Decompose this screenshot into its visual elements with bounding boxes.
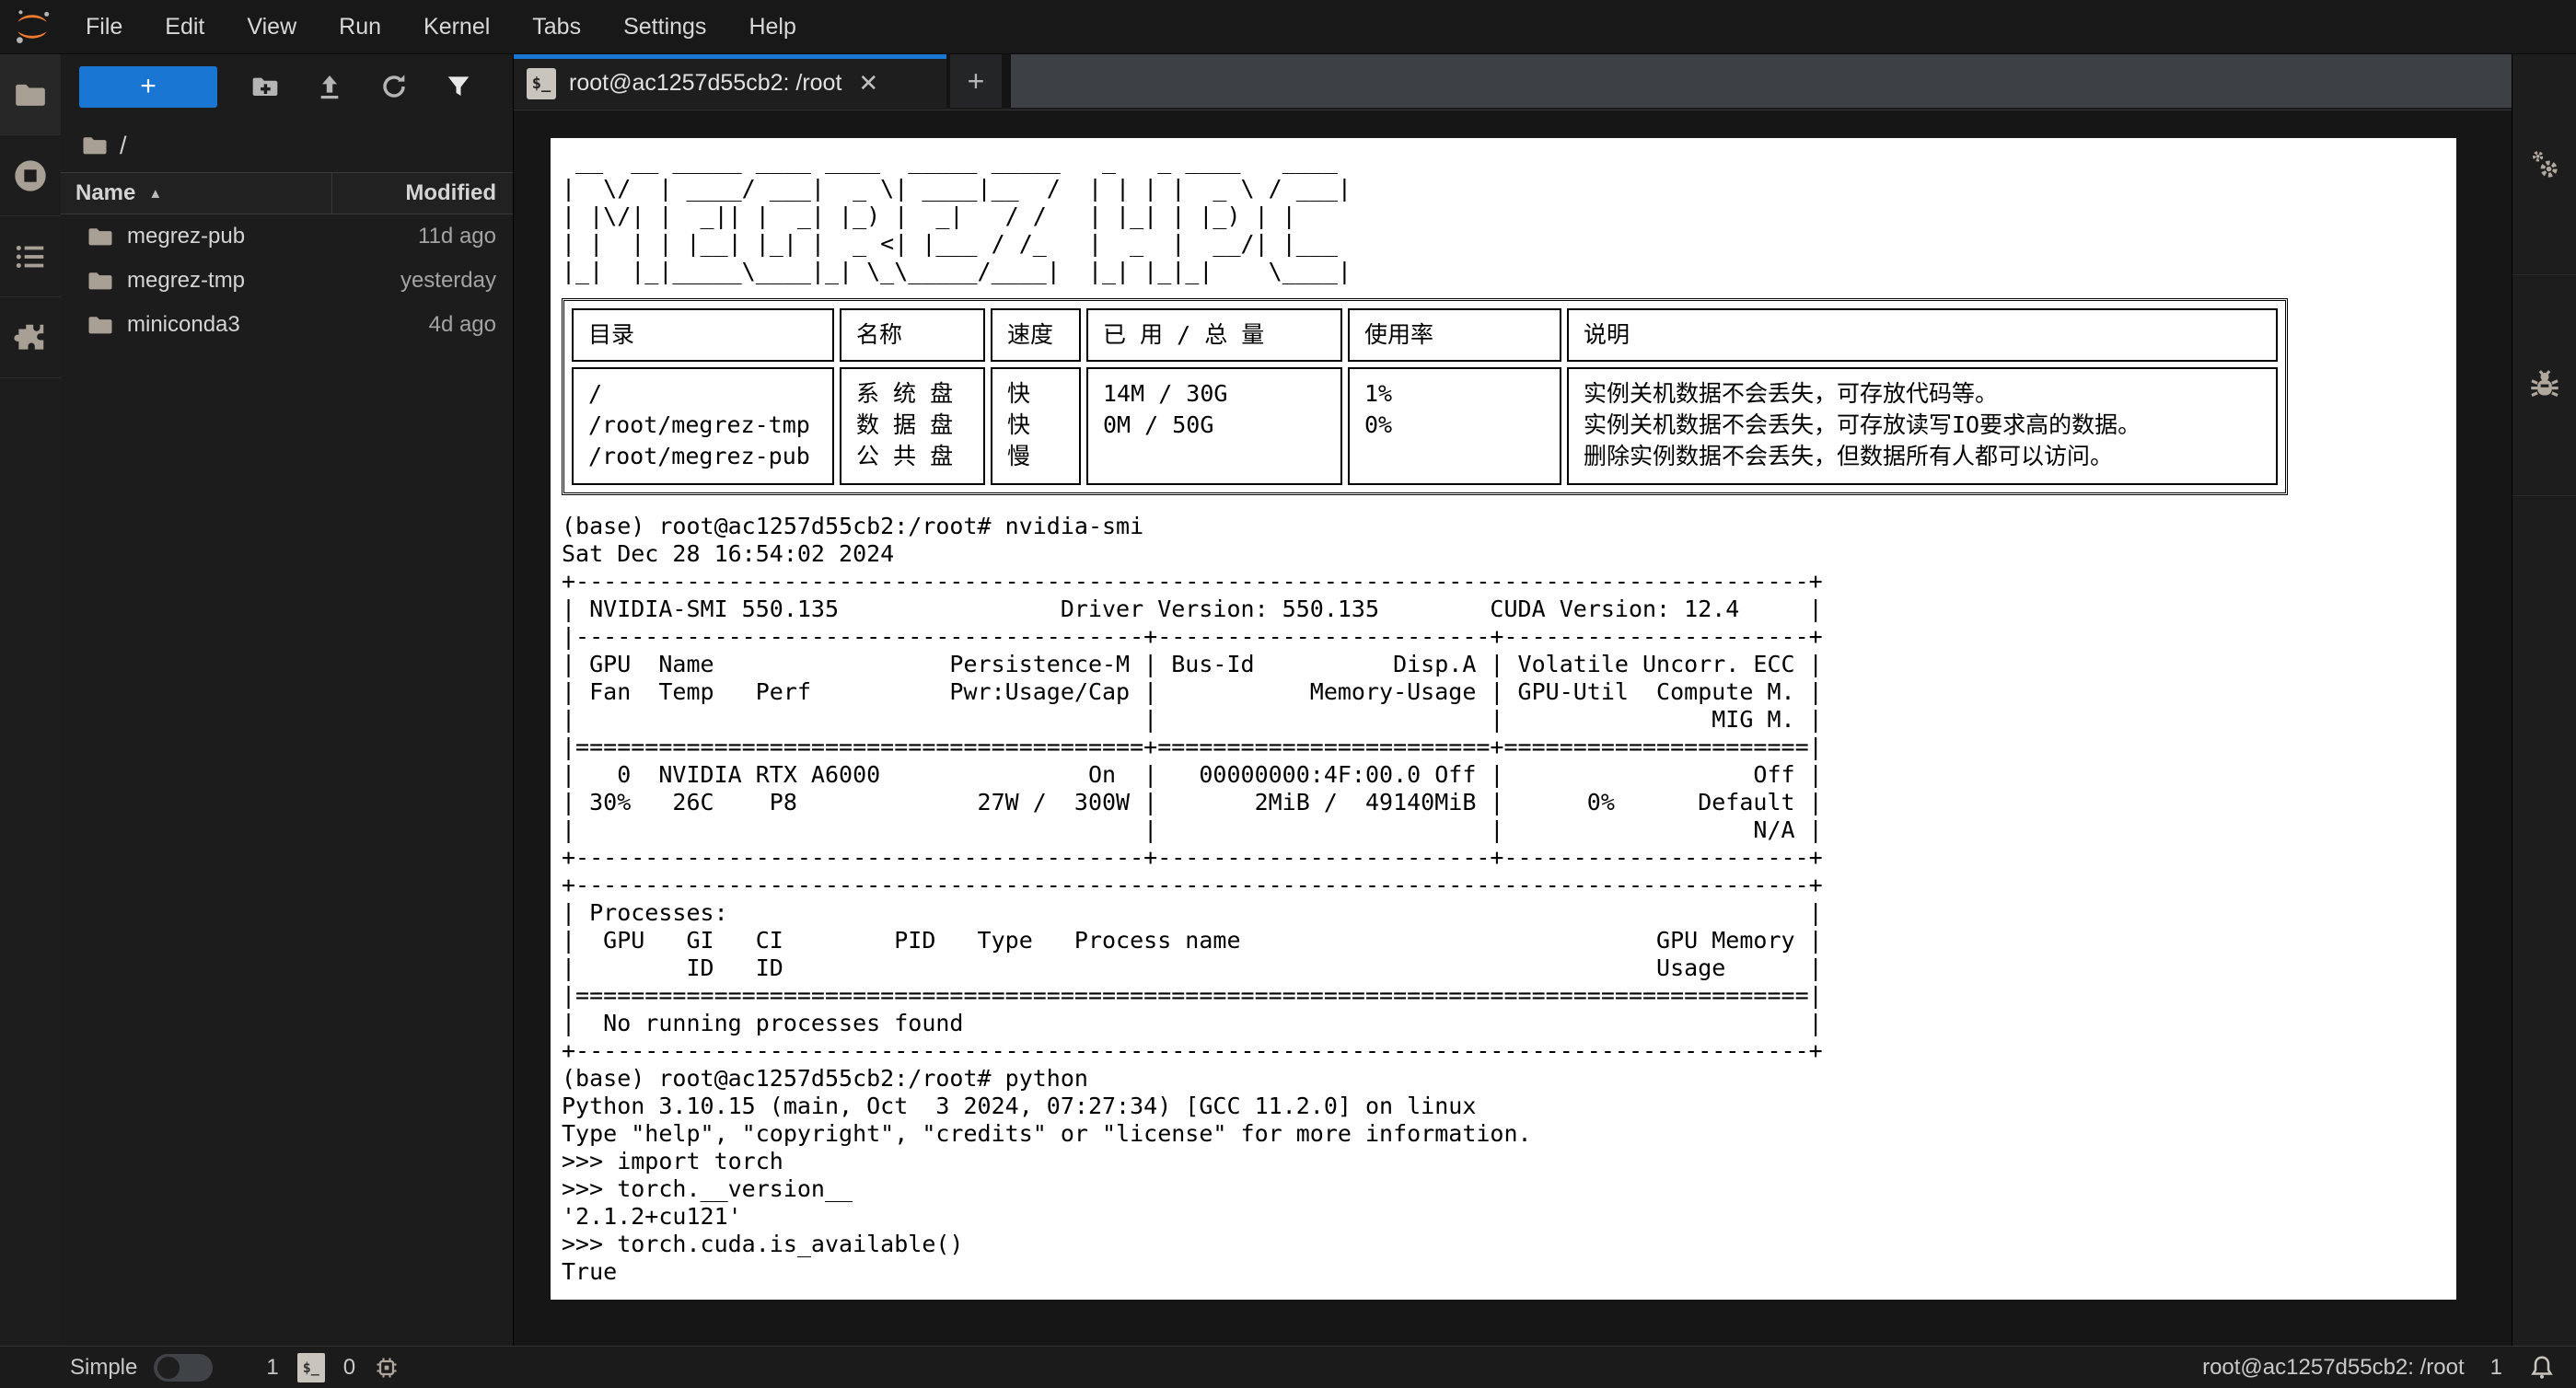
gears-icon bbox=[2524, 145, 2565, 185]
filter-button[interactable] bbox=[442, 70, 475, 103]
app-logo bbox=[0, 6, 64, 48]
stop-circle-icon bbox=[12, 157, 49, 194]
tab-terminal[interactable]: $_ root@ac1257d55cb2: /root ✕ bbox=[514, 54, 946, 108]
disk-table-row: / /root/megrez-tmp /root/megrez-pub 系 统 … bbox=[572, 367, 2278, 485]
file-name: megrez-pub bbox=[127, 224, 245, 249]
sidebar-item-running-kernels[interactable] bbox=[0, 135, 61, 216]
dock-panel: $_ root@ac1257d55cb2: /root ✕ + __ __ __… bbox=[514, 54, 2512, 1346]
disk-col-description: 说明 bbox=[1567, 308, 2278, 362]
new-tab-button[interactable]: + bbox=[950, 54, 1002, 108]
disk-cell-used-total: 14M / 30G 0M / 50G bbox=[1086, 367, 1342, 485]
kernel-chip-icon[interactable] bbox=[374, 1355, 400, 1381]
kernels-count: 0 bbox=[343, 1355, 355, 1381]
breadcrumb[interactable]: / bbox=[61, 119, 513, 172]
menu-help[interactable]: Help bbox=[727, 0, 817, 54]
tab-bar: $_ root@ac1257d55cb2: /root ✕ + bbox=[514, 54, 2512, 108]
bug-icon bbox=[2525, 366, 2564, 405]
new-folder-icon bbox=[250, 72, 280, 101]
sort-ascending-icon: ▲ bbox=[148, 186, 162, 202]
folder-icon bbox=[87, 223, 114, 250]
terminal-icon: $_ bbox=[527, 68, 556, 99]
file-modified: 11d ago bbox=[418, 224, 496, 249]
status-bar: Simple 1 $_ 0 root@ac1257d55cb2: /root 1 bbox=[0, 1346, 2576, 1388]
tab-title: root@ac1257d55cb2: /root bbox=[569, 70, 841, 97]
file-browser-toolbar: + bbox=[61, 54, 513, 119]
disk-col-speed: 速度 bbox=[991, 308, 1081, 362]
disk-cell-directory: / /root/megrez-tmp /root/megrez-pub bbox=[572, 367, 834, 485]
terminal-panel: __ __ _____ ____ ____ _____ _____ _ _ __… bbox=[514, 110, 2512, 1346]
file-row-miniconda3[interactable]: miniconda3 4d ago bbox=[61, 303, 513, 347]
simple-mode-label: Simple bbox=[70, 1355, 137, 1381]
disk-cell-name: 系 统 盘 数 据 盘 公 共 盘 bbox=[840, 367, 985, 485]
disk-col-name: 名称 bbox=[840, 308, 985, 362]
upload-button[interactable] bbox=[313, 70, 346, 103]
file-name: megrez-tmp bbox=[127, 268, 245, 294]
column-header-name[interactable]: Name ▲ bbox=[61, 173, 332, 214]
menu-file[interactable]: File bbox=[64, 0, 144, 54]
file-modified: 4d ago bbox=[429, 312, 496, 338]
terminal-viewport[interactable]: __ __ _____ ____ ____ _____ _____ _ _ __… bbox=[551, 138, 2456, 1300]
upload-icon bbox=[315, 72, 344, 101]
folder-icon bbox=[13, 77, 48, 112]
menu-settings[interactable]: Settings bbox=[602, 0, 727, 54]
notifications-count: 1 bbox=[2490, 1355, 2502, 1381]
terminal-ascii-banner: __ __ _____ ____ ____ _____ _____ _ _ __… bbox=[562, 147, 2456, 285]
menu-edit[interactable]: Edit bbox=[144, 0, 226, 54]
disk-cell-speed: 快 快 慢 bbox=[991, 367, 1081, 485]
sidebar-item-extensions[interactable] bbox=[0, 297, 61, 378]
column-header-modified[interactable]: Modified bbox=[332, 173, 513, 214]
file-browser-panel: + bbox=[61, 54, 514, 1346]
megrez-logo-icon bbox=[11, 6, 53, 48]
toggle-knob bbox=[157, 1357, 180, 1379]
file-row-megrez-pub[interactable]: megrez-pub 11d ago bbox=[61, 214, 513, 259]
list-icon bbox=[13, 239, 48, 274]
menu-run[interactable]: Run bbox=[318, 0, 402, 54]
refresh-button[interactable] bbox=[377, 70, 411, 103]
bell-icon[interactable] bbox=[2528, 1354, 2556, 1382]
sidebar-item-table-of-contents[interactable] bbox=[0, 216, 61, 297]
close-tab-icon[interactable]: ✕ bbox=[858, 69, 878, 98]
tab-bar-tabs: $_ root@ac1257d55cb2: /root ✕ + bbox=[514, 54, 1011, 108]
left-activity-bar bbox=[0, 54, 61, 1346]
folder-icon bbox=[81, 132, 109, 159]
right-activity-bar bbox=[2512, 54, 2576, 1346]
simple-mode-toggle[interactable] bbox=[154, 1354, 213, 1382]
sidebar-item-property-inspector[interactable] bbox=[2512, 54, 2576, 275]
sidebar-item-debugger[interactable] bbox=[2512, 275, 2576, 496]
breadcrumb-root: / bbox=[120, 132, 127, 160]
refresh-icon bbox=[379, 72, 409, 101]
disk-cell-usage: 1% 0% bbox=[1348, 367, 1561, 485]
session-path-label: root@ac1257d55cb2: /root bbox=[2202, 1355, 2465, 1381]
disk-col-directory: 目录 bbox=[572, 308, 834, 362]
processes-output: +---------------------------------------… bbox=[562, 872, 2456, 1065]
disk-col-used-total: 已 用 / 总 量 bbox=[1086, 308, 1342, 362]
new-folder-button[interactable] bbox=[249, 70, 282, 103]
new-launcher-button[interactable]: + bbox=[79, 66, 217, 108]
disk-col-usage: 使用率 bbox=[1348, 308, 1561, 362]
terminals-count: 1 bbox=[266, 1355, 278, 1381]
file-name: miniconda3 bbox=[127, 312, 240, 338]
filter-icon bbox=[445, 73, 472, 100]
folder-icon bbox=[87, 311, 114, 339]
disk-info-table: 目录 名称 速度 已 用 / 总 量 使用率 说明 / /root/megrez… bbox=[562, 298, 2288, 495]
menu-tabs[interactable]: Tabs bbox=[511, 0, 602, 54]
sidebar-item-file-browser[interactable] bbox=[0, 54, 61, 135]
menu-view[interactable]: View bbox=[226, 0, 318, 54]
menu-bar: File Edit View Run Kernel Tabs Settings … bbox=[0, 0, 2576, 54]
puzzle-icon bbox=[13, 320, 48, 355]
file-modified: yesterday bbox=[400, 268, 496, 294]
terminal-icon[interactable]: $_ bbox=[297, 1353, 325, 1382]
folder-icon bbox=[87, 267, 114, 295]
disk-cell-description: 实例关机数据不会丢失，可存放代码等。 实例关机数据不会丢失，可存放读写IO要求高… bbox=[1567, 367, 2278, 485]
python-session-output: (base) root@ac1257d55cb2:/root# python P… bbox=[562, 1065, 2456, 1286]
file-row-megrez-tmp[interactable]: megrez-tmp yesterday bbox=[61, 259, 513, 303]
menu-kernel[interactable]: Kernel bbox=[402, 0, 511, 54]
nvidia-smi-output: (base) root@ac1257d55cb2:/root# nvidia-s… bbox=[562, 513, 2456, 872]
file-list-header: Name ▲ Modified bbox=[61, 172, 513, 214]
